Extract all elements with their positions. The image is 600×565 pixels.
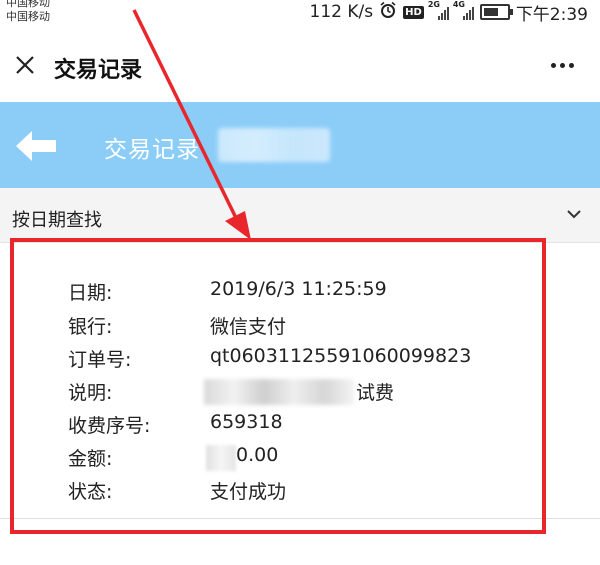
status-bar: 中国移动 中国移动 112 K/s HD 2G 4G 下午2:39 [0,0,600,30]
bank-label: 银行: [68,316,113,338]
redacted-area [218,128,330,162]
net-speed: 112 K/s [309,2,374,22]
battery-icon [479,4,513,20]
alarm-clock-icon [379,1,397,24]
signal-2g-icon: 2G [428,0,449,20]
net-4g-label: 4G [452,0,465,9]
amount-value: 0.00 [236,444,279,466]
carrier-2: 中国移动 [6,10,50,23]
transaction-detail: 日期: 2019/6/3 11:25:59 银行: 微信支付 订单号: qt06… [0,243,600,519]
clock: 下午2:39 [515,4,588,25]
status-indicators: 112 K/s HD 2G 4G 下午2:39 [309,0,588,25]
amount-label: 金额: [68,448,113,470]
redacted-description [204,379,354,405]
order-value: qt060311255910600998​23 [210,345,472,367]
date-label: 日期: [68,282,113,304]
detail-row-desc: 说明: 试费 [0,378,600,406]
close-button[interactable] [10,50,40,80]
more-dot [568,62,574,68]
more-dot [559,62,565,68]
order-label: 订单号: [68,349,132,371]
serial-label: 收费序号: [68,415,151,437]
window-title: 交易记录 [54,58,143,83]
date-filter-row[interactable]: 按日期查找 [0,188,600,243]
detail-row-bank: 银行: 微信支付 [0,312,600,340]
close-icon [16,56,34,74]
detail-row-serial: 收费序号: 659318 [0,411,600,439]
status-label: 状态: [68,481,113,503]
app-titlebar: 交易记录 [0,30,600,102]
detail-row-amount: 金额: 0.00 [0,444,600,472]
net-2g-label: 2G [427,0,440,9]
desc-label: 说明: [68,382,113,404]
detail-row-status: 状态: 支付成功 [0,477,600,505]
bank-value: 微信支付 [210,316,287,338]
date-value: 2019/6/3 11:25:59 [210,278,387,300]
carrier-1: 中国移动 [6,0,50,9]
desc-value: 试费 [356,382,395,404]
detail-row-order: 订单号: qt060311255910600998​23 [0,345,600,373]
status-value: 支付成功 [210,481,287,503]
redacted-amount [206,445,236,471]
date-filter-label: 按日期查找 [12,210,102,231]
signal-4g-icon: 4G [453,0,474,20]
more-dot [550,62,556,68]
page-header: 交易记录 [0,102,600,188]
more-button[interactable] [544,52,580,78]
serial-value: 659318 [210,411,283,433]
back-button[interactable] [14,128,58,164]
page-title: 交易记录 [104,137,200,163]
carrier-info: 中国移动 中国移动 [6,0,50,24]
detail-row-date: 日期: 2019/6/3 11:25:59 [0,278,600,306]
hd-icon: HD [403,5,424,19]
chevron-down-icon [567,210,581,219]
back-arrow-icon [16,131,56,161]
